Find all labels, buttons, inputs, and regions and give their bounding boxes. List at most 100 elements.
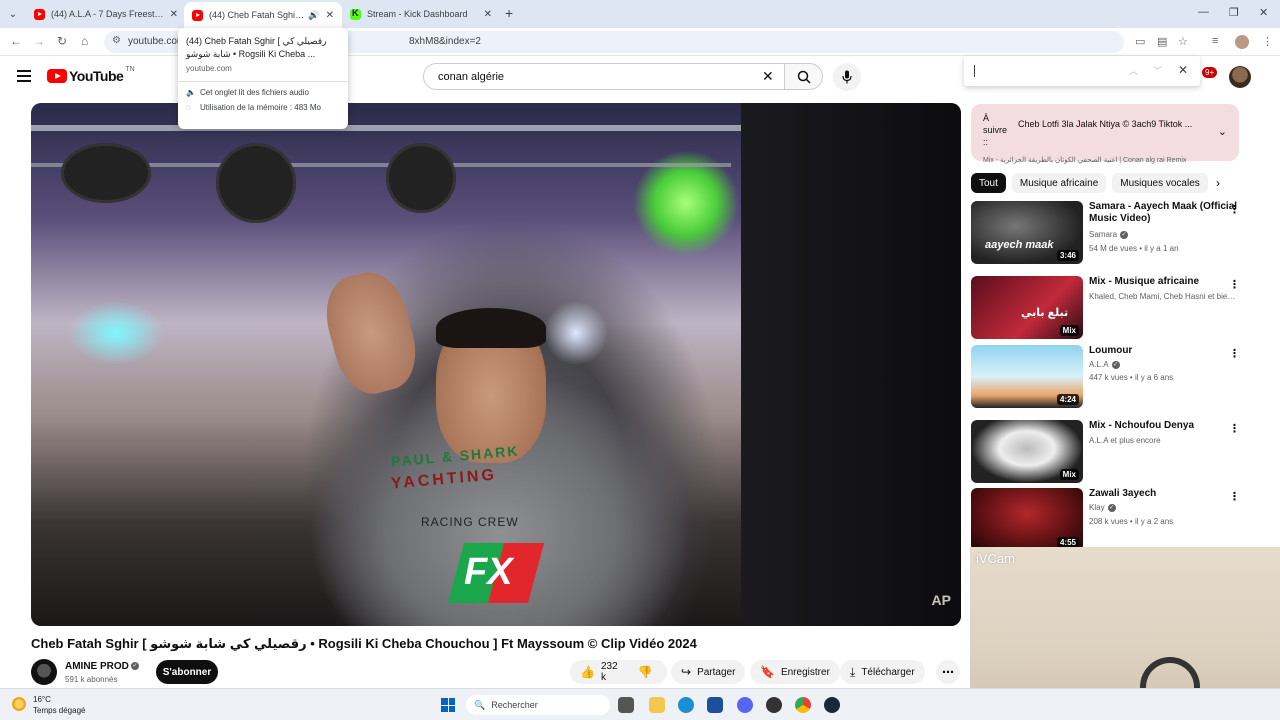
find-input-caret [974, 65, 975, 77]
edge-icon[interactable] [678, 697, 694, 713]
file-explorer-icon[interactable] [649, 697, 665, 713]
maximize-icon[interactable]: ❐ [1229, 6, 1239, 19]
forward-icon[interactable]: → [33, 34, 45, 48]
youtube-logo[interactable]: YouTube TN [47, 66, 135, 84]
reading-mode-icon[interactable]: ▤ [1157, 35, 1167, 48]
taskbar-search[interactable]: 🔍 Rechercher [466, 695, 610, 715]
close-find-icon[interactable]: ✕ [1178, 63, 1188, 77]
weather-sun-icon[interactable] [12, 697, 26, 711]
chip-african-music[interactable]: Musique africaine [1011, 173, 1107, 193]
verified-icon: ✓ [131, 662, 139, 670]
cast-icon[interactable]: ▭ [1135, 35, 1145, 48]
recommendation-title[interactable]: Zawali 3ayech [1089, 488, 1239, 500]
chrome-menu-icon[interactable]: ⋮ [1262, 35, 1273, 48]
more-options-icon[interactable]: ⋮ [1229, 347, 1240, 360]
account-avatar[interactable] [1229, 66, 1251, 88]
new-tab-icon[interactable]: + [505, 5, 513, 21]
taskbar-search-placeholder: Rechercher [491, 700, 538, 710]
tab-cheb-fatah[interactable]: (44) Cheb Fatah Sghir [ رقصيلي كي شابة ش… [184, 2, 342, 28]
search-button[interactable] [785, 63, 823, 90]
download-icon: ⤓ [850, 664, 856, 679]
save-button[interactable]: 🔖 Enregistrer [750, 660, 840, 684]
download-button[interactable]: ⤓ Télécharger [840, 660, 925, 684]
fx-logo: FX [447, 543, 546, 603]
video-thumbnail[interactable]: aayech maak 3:46 [971, 201, 1083, 264]
chip-vocal-music[interactable]: Musiques vocales [1112, 173, 1208, 193]
notifications-badge[interactable]: 9+ [1202, 67, 1218, 78]
chevron-right-icon[interactable]: › [1216, 176, 1220, 190]
playlist-up-next-card[interactable]: À suivre :: Cheb Lotfi 3la Jalak Ntiya ©… [971, 104, 1239, 164]
steam-icon[interactable] [824, 697, 840, 713]
speaker-icon[interactable]: 🔊 [308, 10, 319, 21]
hamburger-menu-icon[interactable] [17, 70, 31, 82]
close-tab-icon[interactable]: ✕ [170, 9, 178, 20]
close-tab-icon[interactable]: ✕ [484, 9, 492, 20]
windows-taskbar: 16°C Temps dégagé 🔍 Rechercher [0, 688, 1280, 720]
chevron-down-icon[interactable]: ⌄ [1218, 125, 1227, 138]
recommendation-item[interactable]: Mix Mix - Nchoufou Denya A.L.A et plus e… [971, 420, 1261, 484]
search-input[interactable]: conan algérie [423, 63, 785, 90]
recommendation-title[interactable]: Samara - Aayech Maak (Official Music Vid… [1089, 201, 1239, 225]
tab-search-icon[interactable]: ⌄ [4, 5, 22, 23]
close-window-icon[interactable]: ✕ [1259, 6, 1268, 19]
site-info-icon[interactable]: ⚙ [112, 35, 121, 46]
youtube-favicon-icon [34, 8, 45, 20]
voice-search-button[interactable] [833, 63, 861, 91]
weather-condition[interactable]: Temps dégagé [33, 706, 85, 715]
weather-temperature[interactable]: 16°C [33, 695, 51, 704]
recommendation-title[interactable]: Loumour [1089, 345, 1239, 357]
recommendation-item[interactable]: 4:24 Loumour A.L.A ✓ 447 k vues • il y a … [971, 345, 1261, 409]
video-player[interactable]: PAUL & SHARK YACHTING RACING CREW FX AP [31, 103, 961, 626]
hover-card-memory-row: ◌ Utilisation de la mémoire : 483 Mo [186, 103, 340, 112]
video-thumbnail[interactable]: تبلع بابي Mix [971, 276, 1083, 339]
share-button[interactable]: ↪ Partager [671, 660, 746, 684]
more-options-icon[interactable]: ⋮ [1229, 490, 1240, 503]
more-options-icon[interactable]: ⋮ [1229, 278, 1240, 291]
dislike-icon[interactable]: 👎 [638, 665, 653, 679]
like-icon[interactable]: 👍 [580, 665, 595, 679]
windows-start-icon[interactable] [441, 698, 455, 712]
channel-avatar[interactable] [31, 659, 57, 685]
chrome-icon[interactable] [795, 697, 811, 713]
chrome-profile-avatar[interactable] [1235, 35, 1249, 49]
store-icon[interactable] [707, 697, 723, 713]
recommendation-item[interactable]: aayech maak 3:46 Samara - Aayech Maak (O… [971, 201, 1261, 265]
channel-name[interactable]: AMINE PROD [65, 661, 129, 672]
channel-watermark[interactable]: AP [932, 592, 951, 608]
kick-favicon-icon [350, 8, 361, 20]
tab-ala-freestyle[interactable]: (44) A.L.A - 7 Days Freestyle - Y ✕ [26, 3, 186, 25]
reading-list-icon[interactable]: ≡ [1212, 35, 1218, 47]
minimize-icon[interactable]: — [1198, 6, 1209, 18]
chip-all[interactable]: Tout [971, 173, 1006, 193]
reload-icon[interactable]: ↻ [57, 34, 67, 48]
recommendation-item[interactable]: تبلع بابي Mix Mix - Musique africaine Kh… [971, 276, 1261, 340]
video-thumbnail[interactable]: Mix [971, 420, 1083, 483]
home-icon[interactable]: ⌂ [81, 34, 88, 48]
back-icon[interactable]: ← [10, 34, 22, 48]
verified-icon: ✓ [1111, 360, 1120, 369]
close-tab-icon[interactable]: ✕ [326, 10, 334, 21]
video-thumbnail[interactable]: 4:55 [971, 488, 1083, 551]
up-next-title[interactable]: Cheb Lotfi 3la Jalak Ntiya © 3ach9 Tikto… [1018, 119, 1192, 129]
tab-kick-dashboard[interactable]: Stream - Kick Dashboard ✕ [342, 3, 500, 25]
recommendation-title[interactable]: Mix - Nchoufou Denya [1089, 420, 1239, 432]
download-label: Télécharger [861, 666, 915, 678]
find-in-page-bar[interactable]: ︿ ﹀ ✕ [964, 56, 1200, 86]
more-options-icon[interactable]: ⋮ [1229, 203, 1240, 216]
bookmark-star-icon[interactable]: ☆ [1178, 35, 1188, 48]
address-domain: youtube.com [128, 36, 186, 47]
recommendation-item[interactable]: 4:55 Zawali 3ayech Klay ✓ 208 k vues • il… [971, 488, 1261, 552]
like-count[interactable]: 232 k [601, 661, 618, 683]
discord-icon[interactable] [737, 697, 753, 713]
recommendation-title[interactable]: Mix - Musique africaine [1089, 276, 1239, 288]
subscriber-count: 591 k abonnés [65, 675, 118, 684]
more-actions-button[interactable]: ⋯ [936, 660, 960, 684]
subscribe-button[interactable]: S'abonner [156, 660, 218, 684]
video-thumbnail[interactable]: 4:24 [971, 345, 1083, 408]
find-previous-icon[interactable]: ︿ [1129, 64, 1138, 77]
clear-search-icon[interactable]: ✕ [762, 68, 774, 85]
obs-icon[interactable] [766, 697, 782, 713]
more-options-icon[interactable]: ⋮ [1229, 422, 1240, 435]
task-view-icon[interactable] [618, 697, 634, 713]
find-next-icon[interactable]: ﹀ [1153, 64, 1162, 77]
